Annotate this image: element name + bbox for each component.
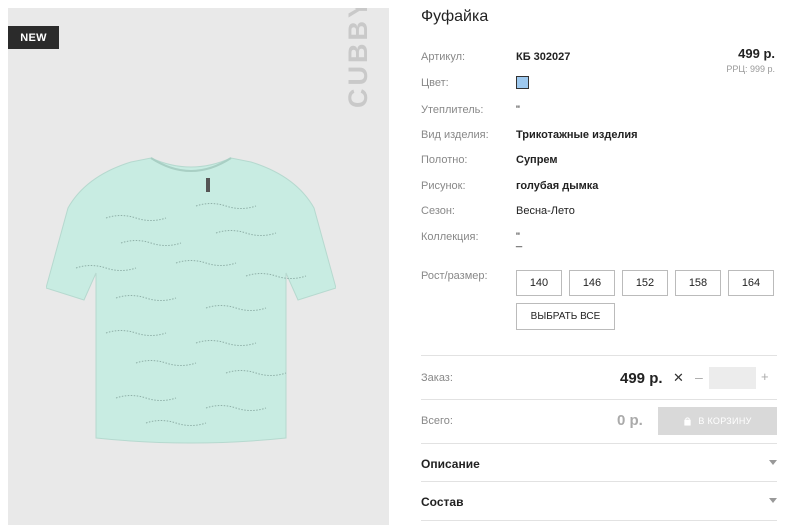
select-all-button[interactable]: ВЫБРАТЬ ВСЕ (516, 303, 615, 330)
spec-label: Утеплитель: (421, 104, 484, 116)
spec-value: Трикотажные изделия (516, 129, 638, 141)
spec-label: Вид изделия: (421, 129, 489, 141)
decrement-button[interactable]: – (695, 369, 703, 385)
spec-label: Артикул: (421, 51, 466, 63)
product-price: 499 р. (738, 46, 775, 61)
add-to-cart-label: В КОРЗИНУ (698, 416, 752, 426)
spec-label: Цвет: (421, 77, 449, 89)
shopping-bag-icon (684, 416, 692, 426)
add-to-cart-button[interactable]: В КОРЗИНУ (658, 407, 777, 435)
size-label: Рост/размер: (421, 270, 488, 282)
size-option-146[interactable]: 146 (569, 270, 615, 296)
divider (421, 481, 777, 482)
accordion-title: Описание (421, 457, 480, 471)
product-image[interactable]: NEW CUBBY (8, 8, 389, 525)
spec-value-secondary: _ (516, 236, 523, 248)
size-option-158[interactable]: 158 (675, 270, 721, 296)
product-details: Фуфайка 499 р. РРЦ: 999 р. Артикул: КБ 3… (421, 0, 777, 525)
spec-value: " (516, 104, 520, 116)
spec-label: Сезон: (421, 205, 455, 217)
spec-label: Рисунок: (421, 180, 466, 192)
increment-button[interactable]: + (761, 369, 769, 384)
divider (421, 443, 777, 444)
spec-value: голубая дымка (516, 180, 599, 192)
divider (421, 399, 777, 400)
size-option-164[interactable]: 164 (728, 270, 774, 296)
spec-label: Коллекция: (421, 231, 479, 243)
divider (421, 355, 777, 356)
product-title: Фуфайка (421, 8, 489, 25)
product-rrp: РРЦ: 999 р. (726, 64, 775, 74)
divider (421, 520, 777, 521)
order-price: 499 р. (620, 370, 663, 387)
size-option-152[interactable]: 152 (622, 270, 668, 296)
tshirt-image (46, 157, 336, 444)
spec-value: Весна-Лето (516, 205, 575, 217)
color-swatch[interactable] (516, 76, 529, 89)
brand-logo: CUBBY (343, 8, 373, 108)
spec-value: Супрем (516, 154, 558, 166)
new-badge: NEW (8, 26, 59, 49)
spec-value: КБ 302027 (516, 51, 571, 63)
chevron-down-icon (769, 498, 777, 503)
size-option-140[interactable]: 140 (516, 270, 562, 296)
chevron-down-icon (769, 460, 777, 465)
accordion-title: Состав (421, 495, 464, 509)
spec-label: Полотно: (421, 154, 468, 166)
times-icon: ✕ (673, 370, 684, 385)
order-label: Заказ: (421, 372, 453, 384)
total-label: Всего: (421, 415, 453, 427)
total-value: 0 р. (617, 412, 643, 429)
quantity-input[interactable] (709, 367, 756, 389)
